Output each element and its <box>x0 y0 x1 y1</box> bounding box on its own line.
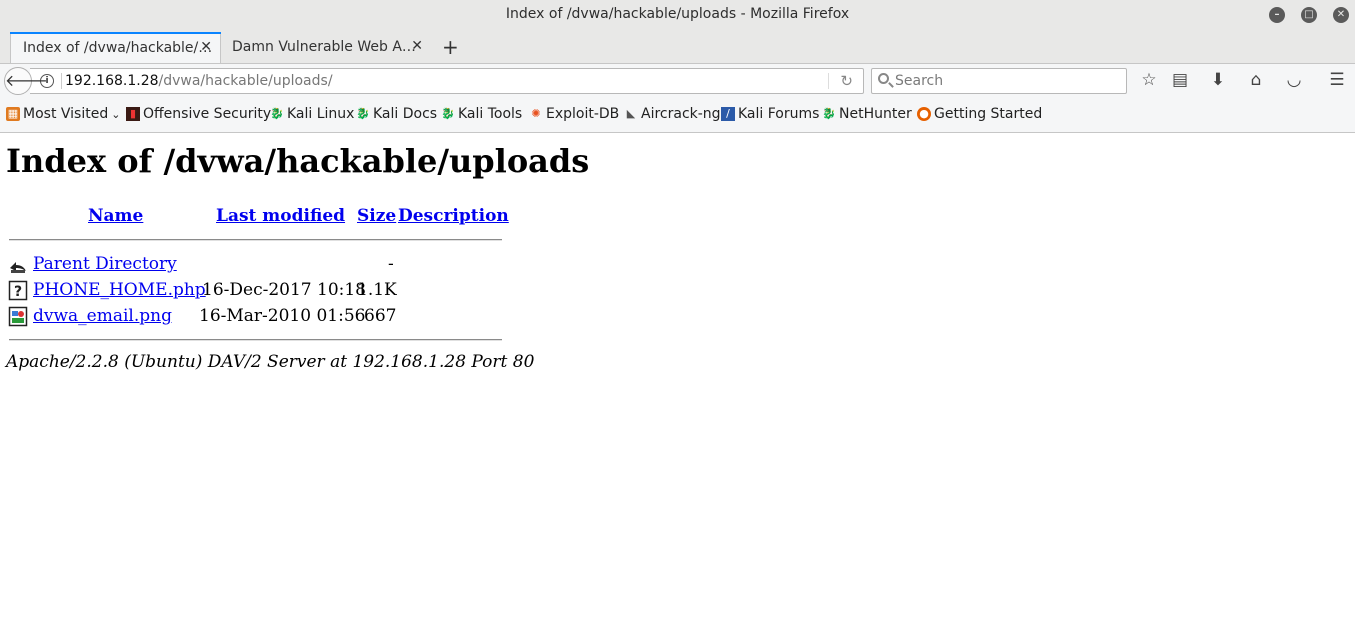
home-icon[interactable]: ⌂ <box>1245 70 1267 90</box>
file-link-phone-home[interactable]: PHONE_HOME.php <box>33 280 206 300</box>
window-title: Index of /dvwa/hackable/uploads - Mozill… <box>505 6 850 22</box>
minimize-icon[interactable]: – <box>1269 7 1285 23</box>
url-text[interactable]: 192.168.1.28/dvwa/hackable/uploads/ <box>65 73 333 89</box>
navigation-toolbar: i 192.168.1.28/dvwa/hackable/uploads/ ↻ … <box>0 63 1355 97</box>
bookmark-nethunter[interactable]: 🐉 NetHunter <box>822 106 912 122</box>
file-size: - <box>388 254 394 274</box>
downloads-icon[interactable]: ⬇ <box>1207 70 1229 90</box>
url-bar[interactable]: i 192.168.1.28/dvwa/hackable/uploads/ ↻ <box>30 68 864 94</box>
exploit-db-icon: ✺ <box>531 107 541 120</box>
url-path: /dvwa/hackable/uploads/ <box>158 73 333 89</box>
pocket-icon[interactable]: ◡ <box>1283 70 1305 90</box>
tab-index-of-uploads[interactable]: Index of /dvwa/hackable/… ✕ <box>10 32 221 63</box>
page-title: Index of /dvwa/hackable/uploads <box>6 142 590 180</box>
bookmark-label: Offensive Security <box>143 106 272 122</box>
reload-icon[interactable]: ↻ <box>840 72 853 90</box>
bookmark-getting-started[interactable]: ● Getting Started <box>917 106 1042 122</box>
search-bar[interactable]: Search <box>871 68 1127 94</box>
kali-icon: 🐉 <box>441 107 455 120</box>
bookmark-label: Kali Docs <box>373 106 438 122</box>
svg-text:?: ? <box>14 284 22 300</box>
back-arrow-icon: 🡐 <box>5 71 48 90</box>
bookmark-exploit-db[interactable]: ✺ Exploit-DB <box>529 106 619 122</box>
offensive-security-icon: ▮ <box>126 107 140 121</box>
header-divider <box>9 239 502 241</box>
new-tab-icon[interactable]: + <box>442 35 459 59</box>
close-tab-icon[interactable]: ✕ <box>200 39 212 55</box>
bookmark-star-icon[interactable]: ☆ <box>1138 70 1160 90</box>
file-modified: 16-Dec-2017 10:18 <box>202 280 366 300</box>
bookmark-offensive-security[interactable]: ▮ Offensive Security <box>126 106 271 122</box>
menu-icon[interactable]: ☰ <box>1326 70 1348 90</box>
bookmark-kali-linux[interactable]: 🐉 Kali Linux <box>270 106 354 122</box>
bookmark-most-visited[interactable]: ▦ Most Visited ⌄ <box>6 106 120 122</box>
back-button[interactable]: 🡐 <box>4 67 48 95</box>
bookmarks-toolbar: ▦ Most Visited ⌄ ▮ Offensive Security 🐉 … <box>0 97 1355 133</box>
kali-icon: 🐉 <box>270 107 284 120</box>
close-tab-icon[interactable]: ✕ <box>411 38 423 54</box>
column-header-size[interactable]: Size <box>357 206 396 226</box>
bookmark-label: Kali Forums <box>738 106 820 122</box>
kali-icon: 🐉 <box>356 107 370 120</box>
bookmark-label: NetHunter <box>839 106 912 122</box>
page-content: Index of /dvwa/hackable/uploads Name Las… <box>0 134 1355 632</box>
bookmark-label: Kali Tools <box>458 106 523 122</box>
url-host: 192.168.1.28 <box>65 73 159 89</box>
tab-bar: Index of /dvwa/hackable/… ✕ Damn Vulnera… <box>0 30 1355 63</box>
server-signature: Apache/2.2.8 (Ubuntu) DAV/2 Server at 19… <box>6 352 535 372</box>
file-link-dvwa-email[interactable]: dvwa_email.png <box>33 306 172 326</box>
column-header-last-modified[interactable]: Last modified <box>216 206 345 226</box>
firefox-icon: ● <box>917 107 931 121</box>
bookmark-label: Aircrack-ng <box>641 106 721 122</box>
bookmark-aircrack-ng[interactable]: ◣ Aircrack-ng <box>624 106 721 122</box>
file-size: 1.1K <box>357 280 397 300</box>
file-modified: 16-Mar-2010 01:56 <box>199 306 366 326</box>
close-window-icon[interactable]: ✕ <box>1333 7 1349 23</box>
tab-dvwa[interactable]: Damn Vulnerable Web A… ✕ <box>220 32 431 63</box>
bookmark-kali-docs[interactable]: 🐉 Kali Docs <box>356 106 437 122</box>
back-folder-icon <box>10 262 26 273</box>
bookmark-label: Getting Started <box>934 106 1043 122</box>
search-icon <box>878 73 889 84</box>
bookmark-label: Kali Linux <box>287 106 355 122</box>
bookmark-kali-tools[interactable]: 🐉 Kali Tools <box>441 106 522 122</box>
tab-label: Index of /dvwa/hackable/… <box>23 40 213 56</box>
aircrack-icon: ◣ <box>626 107 636 120</box>
search-placeholder: Search <box>895 73 944 89</box>
url-separator <box>61 73 62 89</box>
kali-forums-icon: / <box>721 107 735 121</box>
reading-list-icon[interactable]: ▤ <box>1169 70 1191 90</box>
tab-label: Damn Vulnerable Web A… <box>232 39 416 55</box>
maximize-icon[interactable]: □ <box>1301 7 1317 23</box>
window-titlebar: Index of /dvwa/hackable/uploads - Mozill… <box>0 0 1355 30</box>
kali-icon: 🐉 <box>822 107 836 120</box>
bookmark-kali-forums[interactable]: / Kali Forums <box>721 106 819 122</box>
image-file-icon <box>8 306 28 327</box>
file-size: 667 <box>364 306 397 326</box>
bookmark-label: Most Visited <box>23 106 109 122</box>
column-header-description[interactable]: Description <box>398 206 509 226</box>
bookmark-label: Exploit-DB <box>546 106 620 122</box>
reload-separator <box>828 73 829 89</box>
footer-divider <box>9 339 502 341</box>
column-header-name[interactable]: Name <box>88 206 143 226</box>
most-visited-icon: ▦ <box>6 107 20 121</box>
unknown-file-icon: ? <box>8 280 28 301</box>
file-link-parent-directory[interactable]: Parent Directory <box>33 254 177 274</box>
chevron-down-icon: ⌄ <box>111 107 121 121</box>
